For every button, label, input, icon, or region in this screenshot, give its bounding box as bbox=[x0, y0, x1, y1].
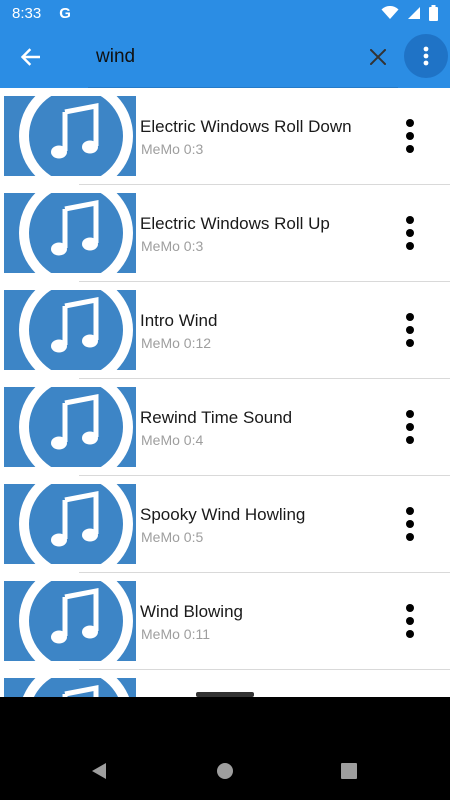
thumbnail bbox=[4, 387, 136, 467]
list-item[interactable]: Electric Windows Roll Up MeMo 0:3 bbox=[0, 185, 450, 282]
dot bbox=[406, 313, 414, 321]
music-note-icon bbox=[19, 290, 133, 370]
item-more-button[interactable] bbox=[392, 209, 428, 257]
dot bbox=[406, 410, 414, 418]
item-title: Electric Windows Roll Down bbox=[140, 117, 352, 136]
item-subtitle: MeMo 0:3 bbox=[141, 238, 204, 254]
status-icons bbox=[381, 5, 438, 21]
nav-back-button[interactable] bbox=[85, 757, 113, 785]
overflow-menu-button[interactable] bbox=[404, 34, 448, 78]
dot bbox=[406, 617, 414, 625]
thumbnail bbox=[4, 290, 136, 370]
system-nav-bar bbox=[0, 697, 450, 800]
search-input[interactable] bbox=[96, 42, 346, 72]
list-item[interactable]: Rewind Time Sound MeMo 0:4 bbox=[0, 379, 450, 476]
list-item[interactable]: Electric Windows Roll Down MeMo 0:3 bbox=[0, 88, 450, 185]
wifi-icon bbox=[381, 6, 399, 19]
dot bbox=[406, 216, 414, 224]
item-more-button[interactable] bbox=[392, 597, 428, 645]
dot bbox=[406, 423, 414, 431]
music-note-icon bbox=[19, 193, 133, 273]
music-note-icon bbox=[19, 484, 133, 564]
list-item[interactable]: Spooky Wind Howling MeMo 0:5 bbox=[0, 476, 450, 573]
thumbnail bbox=[4, 193, 136, 273]
dot bbox=[406, 132, 414, 140]
close-icon bbox=[370, 49, 386, 65]
dot bbox=[406, 507, 414, 515]
music-note-icon bbox=[19, 96, 133, 176]
thumbnail bbox=[4, 484, 136, 564]
dot bbox=[406, 145, 414, 153]
dot bbox=[406, 119, 414, 127]
list-item[interactable]: Wind Blowing MeMo 0:11 bbox=[0, 573, 450, 670]
item-title: Intro Wind bbox=[140, 311, 218, 330]
dot bbox=[406, 242, 414, 250]
circle-home-icon bbox=[217, 763, 233, 779]
item-title: Wind Blowing bbox=[140, 602, 243, 621]
triangle-back-icon bbox=[92, 763, 106, 779]
results-list: Electric Windows Roll Down MeMo 0:3 Elec… bbox=[0, 88, 450, 697]
item-subtitle: MeMo 0:4 bbox=[141, 432, 204, 448]
dot bbox=[406, 436, 414, 444]
status-time: 8:33 bbox=[12, 4, 42, 22]
dot bbox=[406, 229, 414, 237]
item-title: Electric Windows Roll Up bbox=[140, 214, 330, 233]
signal-icon bbox=[408, 7, 420, 19]
item-subtitle: MeMo 0:3 bbox=[141, 141, 204, 157]
item-subtitle: MeMo 0:5 bbox=[141, 529, 204, 545]
item-more-button[interactable] bbox=[392, 403, 428, 451]
dot bbox=[406, 326, 414, 334]
music-note-icon bbox=[23, 678, 129, 697]
nav-recents-button[interactable] bbox=[335, 757, 363, 785]
google-icon: G bbox=[59, 4, 71, 22]
nav-home-button[interactable] bbox=[211, 757, 239, 785]
item-more-button[interactable] bbox=[392, 500, 428, 548]
item-more-button[interactable] bbox=[392, 306, 428, 354]
app-bar bbox=[0, 26, 450, 88]
battery-icon bbox=[429, 5, 438, 21]
thumbnail bbox=[4, 581, 136, 661]
dot bbox=[406, 339, 414, 347]
thumbnail bbox=[4, 96, 136, 176]
music-note-icon bbox=[19, 581, 133, 661]
square-recents-icon bbox=[341, 763, 357, 779]
item-subtitle: MeMo 0:12 bbox=[141, 335, 212, 351]
music-note-icon bbox=[19, 387, 133, 467]
arrow-left-icon bbox=[20, 48, 40, 66]
item-subtitle: MeMo 0:11 bbox=[141, 626, 210, 642]
thumbnail bbox=[4, 678, 136, 697]
item-title: Spooky Wind Howling bbox=[140, 505, 306, 524]
clear-search-button[interactable] bbox=[356, 26, 400, 88]
more-vert-icon bbox=[423, 46, 429, 66]
dot bbox=[406, 630, 414, 638]
list-item[interactable]: Intro Wind MeMo 0:12 bbox=[0, 282, 450, 379]
item-more-button[interactable] bbox=[392, 112, 428, 160]
dot bbox=[406, 520, 414, 528]
dot bbox=[406, 604, 414, 612]
search-field bbox=[88, 26, 398, 88]
back-button[interactable] bbox=[0, 26, 60, 88]
item-title: Rewind Time Sound bbox=[140, 408, 293, 427]
dot bbox=[406, 533, 414, 541]
status-bar: 8:33 G bbox=[0, 0, 450, 26]
